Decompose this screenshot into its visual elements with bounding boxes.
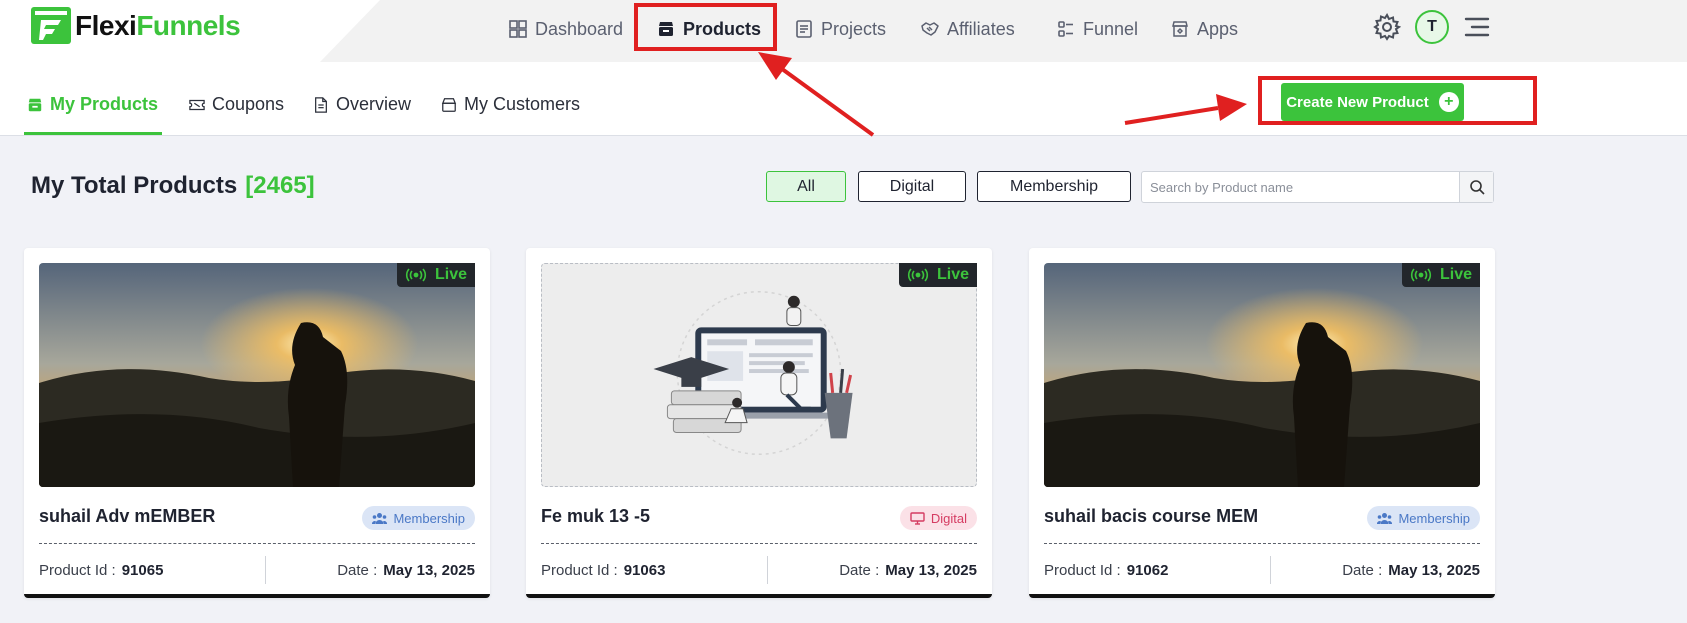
product-date: Date : May 13, 2025 — [1342, 562, 1480, 579]
top-right-controls: T — [1373, 10, 1491, 44]
product-card[interactable]: Live suhail Adv mEMBER Membership Produc… — [24, 248, 490, 598]
top-navbar: FlexiFunnels Dashboard Products Projects… — [0, 0, 1687, 62]
meta-divider — [1270, 556, 1271, 584]
card-divider — [541, 543, 977, 544]
users-group-icon — [372, 512, 388, 524]
tab-coupons[interactable]: Coupons — [189, 94, 284, 115]
nav-funnel-label: Funnel — [1083, 18, 1139, 39]
document-icon — [315, 96, 327, 113]
product-count: [2465] — [245, 172, 315, 199]
apps-store-icon — [1172, 21, 1188, 37]
sunset-hiker-photo — [1044, 263, 1480, 487]
live-status-badge: Live — [898, 263, 977, 287]
tab-my-products-label: My Products — [50, 94, 159, 114]
brand-logo[interactable]: FlexiFunnels — [31, 7, 241, 44]
hamburger-menu-icon[interactable] — [1463, 13, 1491, 41]
page-title-text: My Total Products — [31, 172, 238, 199]
product-card[interactable]: Live Fe muk 13 -5 Digital Product Id :91… — [526, 248, 992, 598]
coupon-ticket-icon — [189, 99, 205, 110]
filter-all-button[interactable]: All — [766, 171, 846, 202]
live-status-label: Live — [1439, 266, 1472, 283]
gear-icon[interactable] — [1373, 13, 1401, 41]
nav-affiliates-label: Affiliates — [947, 18, 1015, 39]
funnel-icon — [1058, 21, 1073, 37]
broadcast-icon — [405, 268, 427, 282]
live-status-label: Live — [434, 266, 467, 283]
user-avatar[interactable]: T — [1415, 10, 1449, 44]
online-course-illustration — [653, 291, 853, 456]
product-type-badge: Membership — [362, 506, 475, 530]
search-icon — [1469, 180, 1485, 195]
broadcast-icon — [1410, 268, 1432, 282]
product-thumbnail-sunset-hiker — [1044, 263, 1480, 487]
product-type-label: Membership — [393, 510, 465, 526]
tab-overview[interactable]: Overview — [313, 94, 411, 115]
customers-box-icon — [441, 97, 457, 112]
search-button[interactable] — [1459, 172, 1493, 202]
nav-affiliates[interactable]: Affiliates — [921, 0, 1015, 58]
handshake-icon — [921, 22, 939, 36]
flexifunnels-logo-icon — [31, 7, 71, 44]
nav-funnel[interactable]: Funnel — [1057, 0, 1138, 58]
filter-membership-button[interactable]: Membership — [977, 171, 1131, 202]
product-type-label: Digital — [930, 510, 967, 526]
highlight-create-button-box — [1258, 76, 1537, 125]
product-thumbnail-sunset-hiker — [39, 263, 475, 487]
users-group-icon — [1377, 512, 1393, 524]
live-status-label: Live — [936, 266, 969, 283]
product-name: suhail bacis course MEM — [1044, 506, 1259, 526]
tab-my-customers-label: My Customers — [464, 94, 581, 114]
product-name: suhail Adv mEMBER — [39, 506, 216, 526]
monitor-icon — [910, 511, 925, 525]
brand-name: FlexiFunnels — [75, 9, 241, 41]
product-card[interactable]: Live suhail bacis course MEM Membership … — [1029, 248, 1495, 598]
nav-apps-label: Apps — [1197, 18, 1239, 39]
active-tab-indicator — [24, 132, 162, 135]
nav-apps[interactable]: Apps — [1171, 0, 1238, 58]
product-date: Date : May 13, 2025 — [337, 562, 475, 579]
nav-dashboard-label: Dashboard — [535, 18, 624, 39]
product-id: Product Id :91063 — [541, 562, 666, 579]
product-id: Product Id :91065 — [39, 562, 164, 579]
nav-projects[interactable]: Projects — [795, 0, 886, 58]
nav-projects-label: Projects — [821, 18, 887, 39]
dashboard-icon — [509, 20, 527, 38]
tab-my-products[interactable]: My Products — [27, 94, 158, 115]
meta-divider — [767, 556, 768, 584]
sunset-hiker-photo — [39, 263, 475, 487]
product-type-badge: Digital — [899, 506, 977, 530]
projects-icon — [796, 20, 812, 38]
product-type-label: Membership — [1398, 510, 1470, 526]
page-title: My Total Products [2465] — [31, 172, 315, 200]
meta-divider — [265, 556, 266, 584]
tab-overview-label: Overview — [336, 94, 412, 114]
product-search — [1141, 171, 1494, 203]
tab-my-customers[interactable]: My Customers — [441, 94, 580, 115]
product-id: Product Id :91062 — [1044, 562, 1169, 579]
live-status-badge: Live — [396, 263, 475, 287]
tab-coupons-label: Coupons — [212, 94, 285, 114]
search-input[interactable] — [1142, 172, 1459, 202]
nav-dashboard[interactable]: Dashboard — [509, 0, 623, 58]
card-divider — [1044, 543, 1480, 544]
highlight-products-box — [634, 3, 777, 51]
product-date: Date : May 13, 2025 — [839, 562, 977, 579]
filter-digital-button[interactable]: Digital — [858, 171, 966, 202]
broadcast-icon — [907, 268, 929, 282]
live-status-badge: Live — [1401, 263, 1480, 287]
product-name: Fe muk 13 -5 — [541, 506, 651, 526]
product-type-badge: Membership — [1367, 506, 1480, 530]
product-thumbnail-course-illustration — [541, 263, 977, 487]
card-divider — [39, 543, 475, 544]
products-box-icon — [28, 98, 42, 111]
